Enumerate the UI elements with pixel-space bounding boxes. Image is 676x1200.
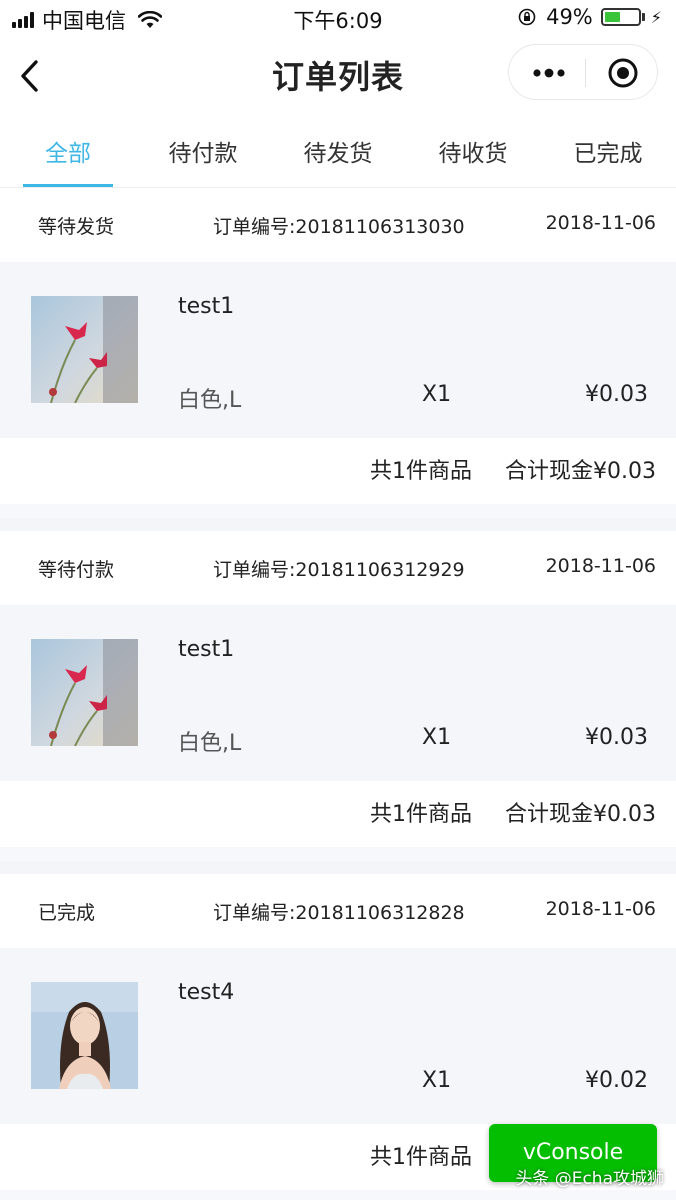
order-item[interactable]: test4 X1 ¥0.02 (0, 948, 676, 1124)
order-header: 已完成 订单编号:20181106312828 2018-11-06 (0, 874, 676, 948)
order-status: 已完成 (38, 902, 96, 924)
active-tab-indicator (23, 184, 113, 187)
order-header: 等待付款 订单编号:20181106312929 2018-11-06 (0, 531, 676, 605)
order-total: 合计现金¥0.03 (505, 802, 656, 827)
product-name: test4 (178, 980, 235, 1005)
product-quantity: X1 (422, 382, 452, 407)
tab-all[interactable]: 全部 (13, 134, 123, 168)
order-status: 等待发货 (38, 216, 115, 238)
mini-program-capsule (508, 44, 658, 100)
flower-image (31, 639, 138, 746)
status-bar: 中国电信 下午6:09 49% ⚡ (0, 0, 676, 36)
item-count: 共1件商品 (370, 459, 472, 484)
product-quantity: X1 (422, 1068, 452, 1093)
close-target-icon[interactable] (607, 57, 639, 89)
order-footer: 共1件商品 合计现金¥0.03 (0, 781, 676, 847)
capsule-divider (585, 59, 586, 87)
charging-icon: ⚡ (650, 7, 662, 27)
product-thumbnail (31, 639, 138, 746)
battery-fill (604, 12, 621, 22)
product-price: ¥0.03 (585, 725, 648, 750)
order-tabs: 全部 待付款 待发货 待收货 已完成 (0, 114, 676, 188)
order-date: 2018-11-06 (545, 898, 656, 920)
order-card[interactable]: 等待付款 订单编号:20181106312929 2018-11-06 test… (0, 531, 676, 861)
order-total: 合计现金¥0.03 (505, 459, 656, 484)
order-item[interactable]: test1 白色,L X1 ¥0.03 (0, 262, 676, 438)
product-thumbnail (31, 296, 138, 403)
tab-pending-shipment[interactable]: 待发货 (283, 134, 393, 168)
tab-pending-receipt[interactable]: 待收货 (418, 134, 528, 168)
nav-bar: 订单列表 (0, 36, 676, 114)
order-number: 订单编号:20181106312929 (213, 559, 465, 581)
product-spec: 白色,L (178, 731, 242, 756)
product-price: ¥0.02 (585, 1068, 648, 1093)
product-thumbnail (31, 982, 138, 1089)
product-quantity: X1 (422, 725, 452, 750)
battery-percent: 49% (546, 5, 593, 29)
product-name: test1 (178, 637, 235, 662)
order-date: 2018-11-06 (545, 555, 656, 577)
rotation-lock-icon (518, 8, 536, 26)
person-photo (31, 982, 138, 1089)
order-number: 订单编号:20181106312828 (213, 902, 465, 924)
more-icon[interactable] (529, 63, 569, 83)
order-footer: 共1件商品 合计现金¥0.03 (0, 438, 676, 504)
order-status: 等待付款 (38, 559, 115, 581)
product-spec: 白色,L (178, 388, 242, 413)
product-price: ¥0.03 (585, 382, 648, 407)
order-date: 2018-11-06 (545, 212, 656, 234)
order-item[interactable]: test1 白色,L X1 ¥0.03 (0, 605, 676, 781)
flower-image (31, 296, 138, 403)
item-count: 共1件商品 (370, 802, 472, 827)
tab-completed[interactable]: 已完成 (553, 134, 663, 168)
product-name: test1 (178, 294, 235, 319)
item-count: 共1件商品 (370, 1145, 472, 1170)
battery-icon (600, 8, 641, 26)
tab-pending-payment[interactable]: 待付款 (148, 134, 258, 168)
order-header: 等待发货 订单编号:20181106313030 2018-11-06 (0, 188, 676, 262)
watermark: 头条 @Echa攻城狮 (515, 1169, 664, 1189)
order-card[interactable]: 等待发货 订单编号:20181106313030 2018-11-06 test… (0, 188, 676, 518)
order-number: 订单编号:20181106313030 (213, 216, 465, 238)
status-right: 49% ⚡ (518, 5, 662, 29)
battery-cap (641, 13, 645, 21)
